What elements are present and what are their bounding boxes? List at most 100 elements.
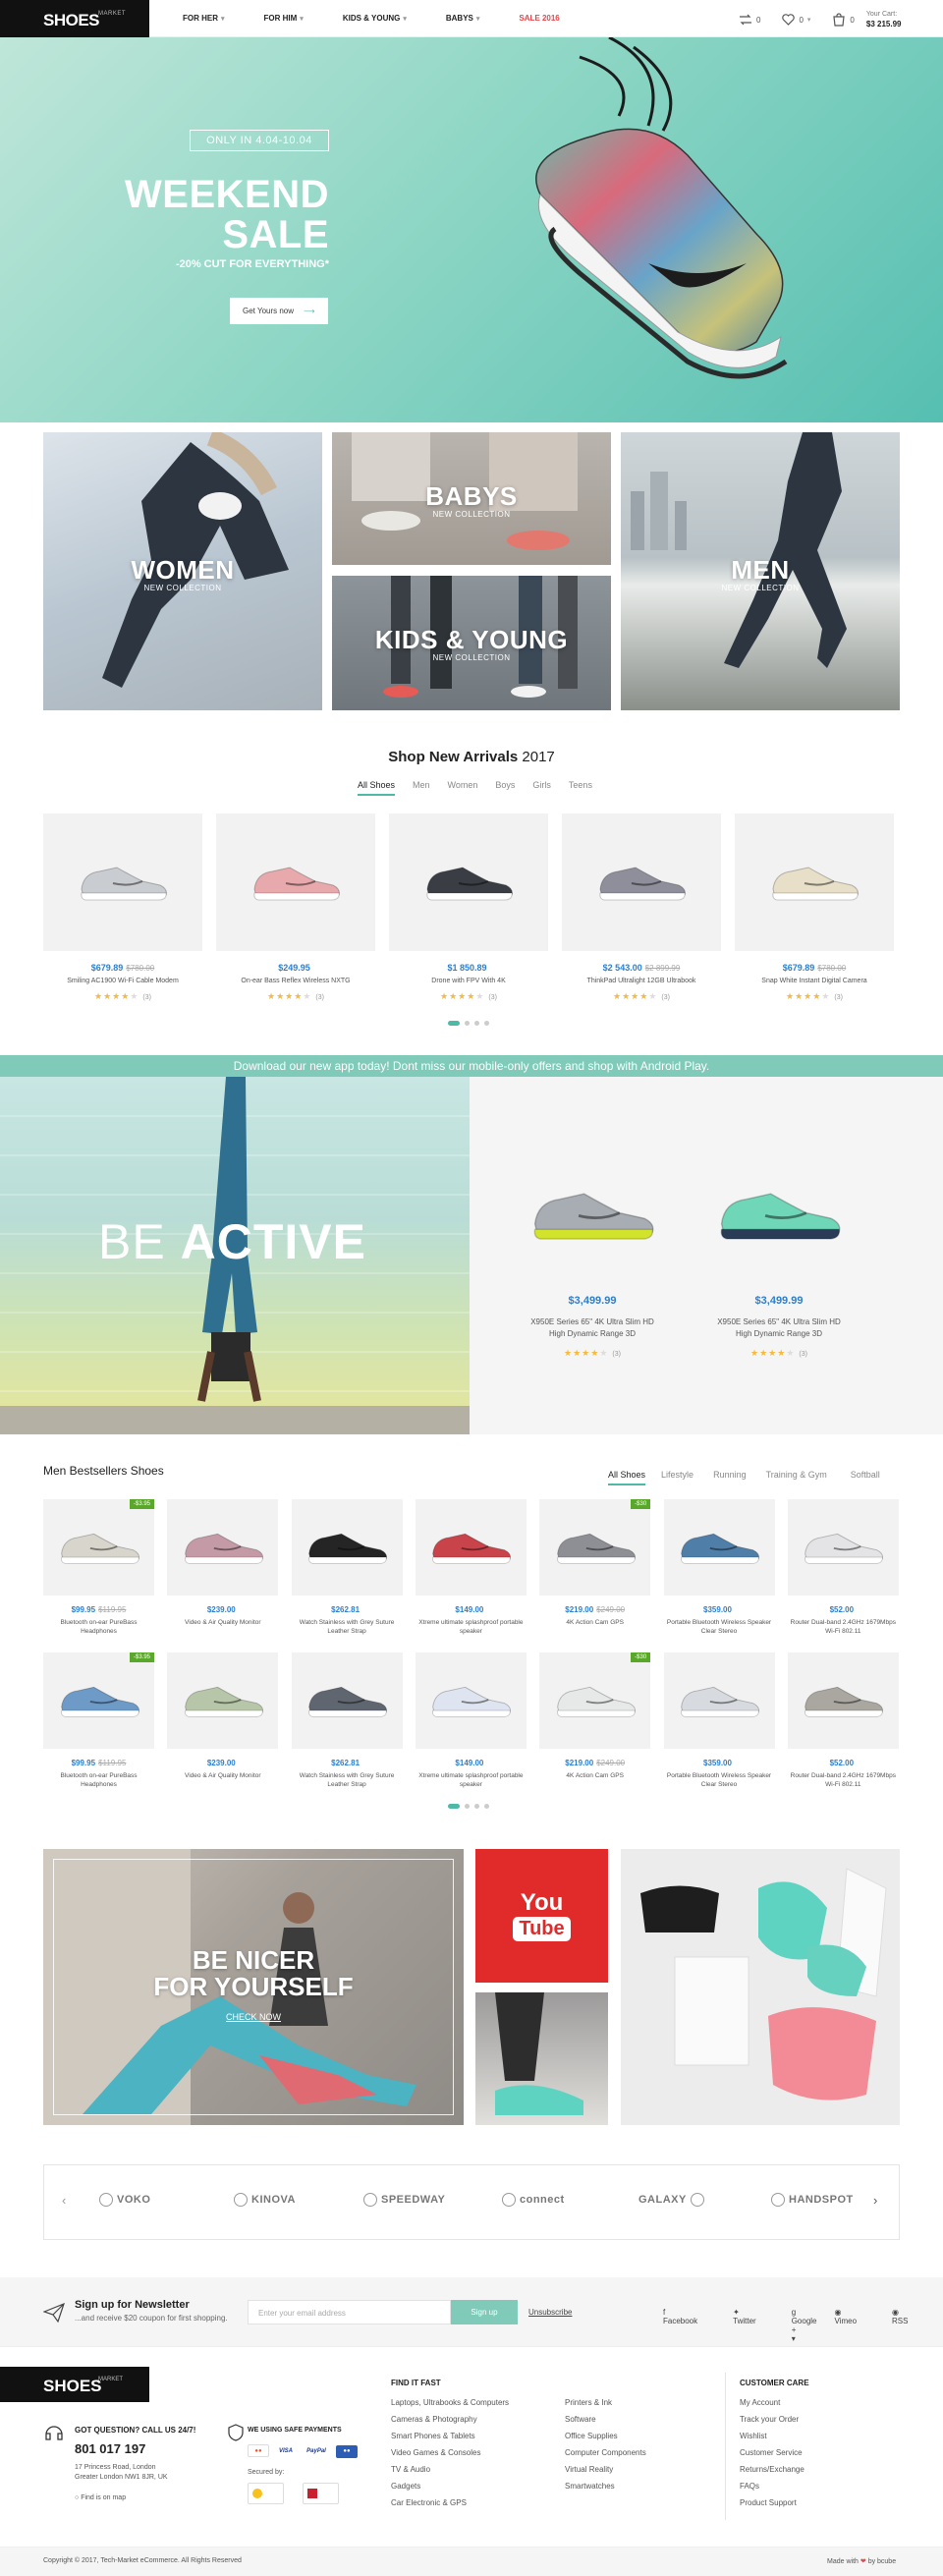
tab-women[interactable]: Women	[448, 780, 478, 796]
tab-boys[interactable]: Boys	[495, 780, 515, 796]
product-image[interactable]: -$3.95	[43, 1499, 154, 1596]
nav-sale[interactable]: SALE 2016	[519, 14, 559, 23]
product-card[interactable]: $149.00 Xtreme ultimate splashproof porta…	[415, 1499, 527, 1636]
footer-link[interactable]: Cameras & Photography	[391, 2415, 477, 2424]
product-image[interactable]	[415, 1652, 527, 1749]
product-image[interactable]	[663, 1499, 775, 1596]
pagination-dot[interactable]	[448, 1804, 460, 1809]
chevron-left-icon[interactable]: ‹	[62, 2193, 66, 2208]
product-card[interactable]: -$3.95 $99.95 $119.95 Bluetooth on-ear Pure…	[43, 1652, 154, 1789]
pagination-dot[interactable]	[474, 1021, 479, 1026]
gear-flatlay-tile[interactable]	[621, 1849, 900, 2125]
product-card[interactable]: $262.81 Watch Stainless with Grey Suture …	[291, 1652, 403, 1789]
footer-link[interactable]: Virtual Reality	[565, 2465, 613, 2474]
product-card[interactable]: $52.00 Router Dual-band 2.4GHz 1679Mbps W…	[787, 1499, 899, 1636]
nav-kids-young[interactable]: KIDS & YOUNG ▾	[343, 14, 407, 23]
product-card[interactable]: $52.00 Router Dual-band 2.4GHz 1679Mbps W…	[787, 1652, 899, 1789]
chevron-right-icon[interactable]: ›	[873, 2193, 877, 2208]
footer-link[interactable]: Laptops, Ultrabooks & Computers	[391, 2398, 509, 2407]
footer-link[interactable]: Product Support	[740, 2498, 797, 2507]
product-card[interactable]: $359.00 Portable Bluetooth Wireless Speak…	[663, 1499, 775, 1636]
product-image[interactable]	[167, 1499, 279, 1596]
product-card[interactable]: $239.00 Video & Air Quality Monitor	[167, 1499, 279, 1627]
product-image[interactable]	[43, 813, 202, 951]
product-name[interactable]: Video & Air Quality Monitor	[167, 1618, 278, 1627]
product-name[interactable]: Portable Bluetooth Wireless Speaker Clea…	[664, 1618, 775, 1636]
product-card[interactable]: $1 850.89 Drone with FPV With 4K ★★★★★ (3)	[389, 813, 548, 1002]
pagination-dot[interactable]	[474, 1804, 479, 1809]
tab-men[interactable]: Men	[413, 780, 430, 796]
product-card[interactable]: $149.00 Xtreme ultimate splashproof porta…	[415, 1652, 527, 1789]
product-name[interactable]: On-ear Bass Reflex Wireless NXTG	[216, 977, 375, 986]
newsletter-email-input[interactable]: Enter your email address	[248, 2300, 451, 2324]
product-name[interactable]: Router Dual-band 2.4GHz 1679Mbps Wi-Fi 8…	[788, 1771, 899, 1789]
product-name[interactable]: Xtreme ultimate splashproof portable spe…	[416, 1771, 527, 1789]
hero-cta-button[interactable]: Get Yours now ⟶	[230, 298, 328, 324]
category-kids-young[interactable]: KIDS & YOUNG NEW COLLECTION	[332, 576, 611, 710]
product-image[interactable]	[291, 1652, 403, 1749]
category-men[interactable]: MEN NEW COLLECTION	[621, 432, 900, 710]
product-name[interactable]: Xtreme ultimate splashproof portable spe…	[416, 1618, 527, 1636]
product-card[interactable]: $3,499.99 X950E Series 65" 4K Ultra Slim …	[519, 1175, 666, 1359]
product-name[interactable]: Watch Stainless with Grey Suture Leather…	[292, 1771, 403, 1789]
footer-link[interactable]: Track your Order	[740, 2415, 799, 2424]
be-active-banner[interactable]: BE ACTIVE	[0, 1077, 470, 1434]
tab-lifestyle[interactable]: Lifestyle	[661, 1470, 693, 1485]
product-card[interactable]: $359.00 Portable Bluetooth Wireless Speak…	[663, 1652, 775, 1789]
footer-link[interactable]: My Account	[740, 2398, 780, 2407]
product-image[interactable]: -$30	[539, 1499, 651, 1596]
tab-all-shoes[interactable]: All Shoes	[608, 1470, 646, 1485]
product-card[interactable]: $679.89 $780.00 Smiling AC1900 Wi-Fi Cable…	[43, 813, 202, 1002]
product-name[interactable]: Snap White Instant Digital Camera	[735, 977, 894, 986]
product-image[interactable]	[735, 813, 894, 951]
product-image[interactable]	[787, 1499, 899, 1596]
product-card[interactable]: -$3.95 $99.95 $119.95 Bluetooth on-ear Pure…	[43, 1499, 154, 1636]
footer-link[interactable]: Gadgets	[391, 2482, 420, 2491]
youtube-tile[interactable]: You Tube	[475, 1849, 608, 1983]
product-name[interactable]: 4K Action Cam GPS	[539, 1771, 650, 1780]
nav-for-him[interactable]: FOR HIM ▾	[264, 14, 304, 23]
nav-babys[interactable]: BABYS ▾	[446, 14, 480, 23]
footer-link[interactable]: Returns/Exchange	[740, 2465, 804, 2474]
compare-button[interactable]: 0	[739, 14, 760, 26]
product-image[interactable]	[216, 813, 375, 951]
product-image[interactable]	[415, 1499, 527, 1596]
footer-link[interactable]: Wishlist	[740, 2432, 767, 2440]
tab-all-shoes[interactable]: All Shoes	[358, 780, 396, 796]
product-card[interactable]: -$30 $219.00 $249.00 4K Action Cam GPS	[539, 1652, 651, 1780]
footer-link[interactable]: Car Electronic & GPS	[391, 2498, 467, 2507]
product-image[interactable]	[389, 813, 548, 951]
tab-running[interactable]: Running	[713, 1470, 747, 1485]
product-name[interactable]: Drone with FPV With 4K	[389, 977, 548, 986]
product-card[interactable]: $2 543.00 $2 899.99 ThinkPad Ultralight 12…	[562, 813, 721, 1002]
product-image[interactable]	[519, 1175, 666, 1254]
brand-logo[interactable]: SPEEDWAY	[363, 2193, 445, 2207]
promo-banner[interactable]: BE NICER FOR YOURSELF CHECK NOW	[43, 1849, 464, 2125]
tab-girls[interactable]: Girls	[532, 780, 551, 796]
product-name[interactable]: Watch Stainless with Grey Suture Leather…	[292, 1618, 403, 1636]
footer-logo[interactable]: SHOES MARKET	[0, 2367, 149, 2402]
category-women[interactable]: WOMEN NEW COLLECTION	[43, 432, 322, 710]
product-name[interactable]: X950E Series 65" 4K Ultra Slim HD High Dy…	[519, 1316, 666, 1340]
product-image[interactable]	[705, 1175, 853, 1254]
pagination-dot[interactable]	[484, 1021, 489, 1026]
product-card[interactable]: $249.95 On-ear Bass Reflex Wireless NXTG ★…	[216, 813, 375, 1002]
tab-training-gym[interactable]: Training & Gym	[766, 1470, 827, 1485]
footer-link[interactable]: Smart Phones & Tablets	[391, 2432, 475, 2440]
footer-link[interactable]: Office Supplies	[565, 2432, 618, 2440]
product-name[interactable]: ThinkPad Ultralight 12GB Ultrabook	[562, 977, 721, 986]
brand-logo[interactable]: KINOVA	[234, 2193, 296, 2207]
nav-for-her[interactable]: FOR HER ▾	[183, 14, 225, 23]
pagination-dot[interactable]	[448, 1021, 460, 1026]
rss-link[interactable]: ◉ RSS	[892, 2308, 925, 2343]
site-logo[interactable]: SHOES MARKET	[0, 0, 149, 37]
tab-softball[interactable]: Softball	[851, 1470, 880, 1485]
product-card[interactable]: -$30 $219.00 $249.00 4K Action Cam GPS	[539, 1499, 651, 1627]
product-image[interactable]	[663, 1652, 775, 1749]
product-image[interactable]: -$30	[539, 1652, 651, 1749]
pagination-dot[interactable]	[465, 1804, 470, 1809]
footer-phone[interactable]: 801 017 197	[75, 2441, 145, 2456]
product-name[interactable]: Video & Air Quality Monitor	[167, 1771, 278, 1780]
product-image[interactable]: -$3.95	[43, 1652, 154, 1749]
newsletter-unsubscribe-link[interactable]: Unsubscribe	[528, 2308, 572, 2317]
